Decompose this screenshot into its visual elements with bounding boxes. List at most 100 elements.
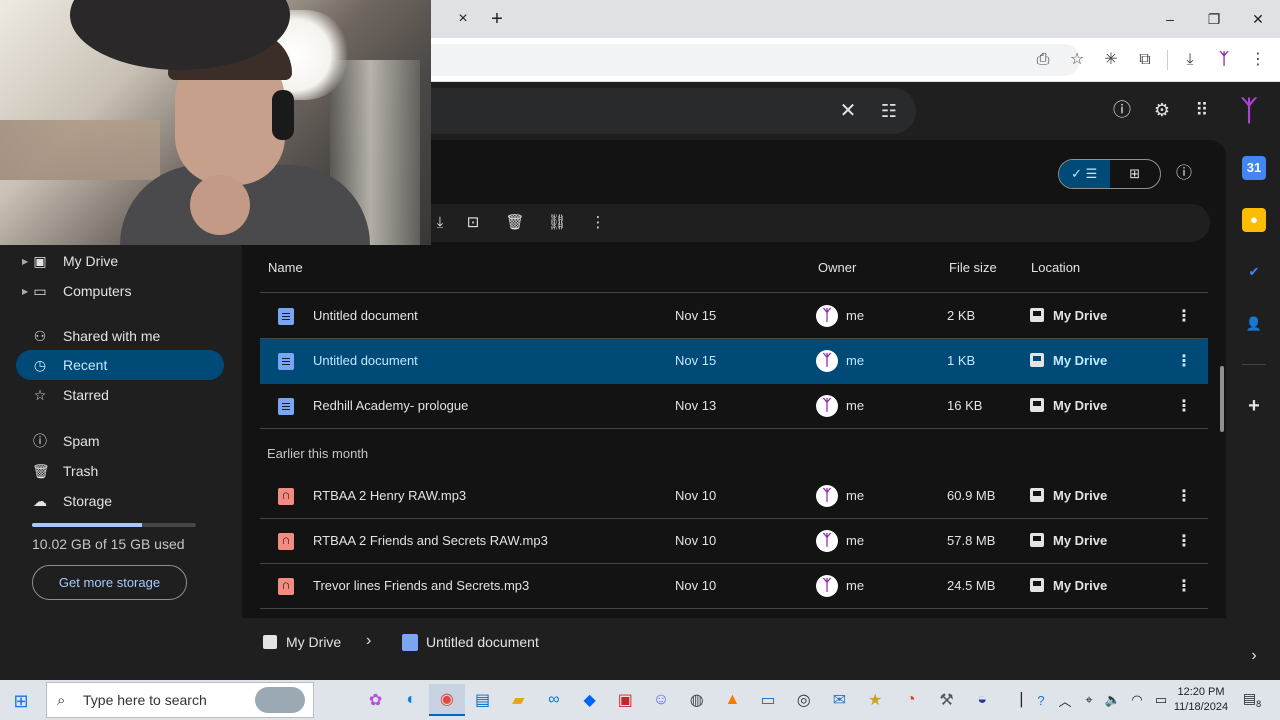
row-more-icon[interactable]: ⋮ xyxy=(1176,306,1192,326)
keep-icon[interactable]: ● xyxy=(1242,208,1266,232)
dropbox-icon[interactable]: ◆ xyxy=(572,684,608,716)
file-location[interactable]: My Drive xyxy=(1053,353,1107,368)
file-location[interactable]: My Drive xyxy=(1053,578,1107,593)
tab-close-icon[interactable]: × xyxy=(453,9,473,29)
audio-app-icon[interactable]: ◍ xyxy=(679,684,715,716)
expand-caret-icon[interactable]: ▶ xyxy=(22,257,28,266)
file-size: 2 KB xyxy=(947,308,976,323)
download-icon[interactable]: ⤓ xyxy=(1178,46,1202,74)
list-view-button[interactable]: ✓ ☰ xyxy=(1059,160,1110,188)
account-avatar-icon[interactable]: ᛉ xyxy=(1234,94,1264,128)
get-more-storage-button[interactable]: Get more storage xyxy=(32,565,187,600)
restore-button[interactable]: ❐ xyxy=(1192,0,1236,38)
contacts-icon[interactable]: 👤 xyxy=(1242,312,1266,336)
profile-ribbon-icon[interactable]: ᛉ xyxy=(1212,46,1236,74)
game-app-icon[interactable]: ◒ xyxy=(964,684,1000,716)
network-icon[interactable]: ⌖ xyxy=(1080,692,1098,708)
nav-shared-with-me[interactable]: ⚇ Shared with me xyxy=(16,321,224,351)
window-app-icon[interactable]: ▭ xyxy=(750,684,786,716)
table-row[interactable]: Untitled document Nov 15 ᛉ me 2 KB My Dr… xyxy=(260,294,1208,339)
details-info-icon[interactable]: ⓘ xyxy=(1172,162,1196,186)
expand-caret-icon[interactable]: ▶ xyxy=(22,287,28,296)
settings-icon[interactable]: ⚙ xyxy=(1150,96,1174,124)
browser-menu-icon[interactable]: ⋮ xyxy=(1246,46,1270,74)
star-app-icon[interactable]: ★ xyxy=(857,684,893,716)
search-clear-icon[interactable]: ✕ xyxy=(836,98,860,124)
apps-grid-icon[interactable]: ⠿ xyxy=(1190,96,1214,124)
row-more-icon[interactable]: ⋮ xyxy=(1176,396,1192,416)
nav-spam[interactable]: ⓘ Spam xyxy=(16,426,224,456)
column-header-file-size[interactable]: File size xyxy=(949,260,997,275)
row-more-icon[interactable]: ⋮ xyxy=(1176,576,1192,596)
nav-my-drive[interactable]: ▶ ▣ My Drive xyxy=(16,246,224,276)
table-row[interactable]: RTBAA 2 Friends and Secrets RAW.mp3 Nov … xyxy=(260,519,1208,564)
nav-label: Recent xyxy=(63,357,108,373)
help-tray-icon[interactable]: ? xyxy=(1032,693,1050,708)
table-row[interactable]: Redhill Academy- prologue Nov 13 ᛉ me 16… xyxy=(260,384,1208,429)
store-icon[interactable]: ▤ xyxy=(465,684,501,716)
row-more-icon[interactable]: ⋮ xyxy=(1176,351,1192,371)
nav-trash[interactable]: 🗑 Trash xyxy=(16,456,224,486)
ccleaner-icon[interactable]: ◔ xyxy=(893,684,929,716)
extensions-icon[interactable]: ⧉ xyxy=(1133,46,1157,74)
file-location[interactable]: My Drive xyxy=(1053,533,1107,548)
file-explorer-icon[interactable]: ▰ xyxy=(500,684,536,716)
more-actions-icon[interactable]: ⋮ xyxy=(586,212,610,234)
vlc-icon[interactable]: ▲ xyxy=(715,684,751,716)
column-header-name[interactable]: Name xyxy=(268,260,303,275)
minimize-button[interactable]: – xyxy=(1148,0,1192,38)
column-header-owner[interactable]: Owner xyxy=(818,260,856,275)
scrollbar-thumb[interactable] xyxy=(1220,366,1224,432)
task-view-icon[interactable]: ⧉ xyxy=(322,684,358,716)
nav-recent[interactable]: ◷ Recent xyxy=(16,350,224,380)
grid-view-button[interactable]: ⊞ xyxy=(1110,160,1161,188)
calendar-icon[interactable]: 31 xyxy=(1242,156,1266,180)
taskbar-clock[interactable]: 12:20 PM 11/18/2024 xyxy=(1166,685,1236,715)
recorder-icon[interactable]: ▣ xyxy=(608,684,644,716)
edge-icon[interactable]: ◐ xyxy=(393,684,429,716)
file-location[interactable]: My Drive xyxy=(1053,308,1107,323)
column-header-location[interactable]: Location xyxy=(1031,260,1080,275)
wifi-icon[interactable]: ◠ xyxy=(1128,692,1146,708)
breadcrumb-current[interactable]: Untitled document xyxy=(426,634,539,650)
obs-icon[interactable]: ◎ xyxy=(786,684,822,716)
chevron-right-icon[interactable]: › xyxy=(1244,646,1264,666)
search-options-icon[interactable]: ☷ xyxy=(876,98,902,124)
row-more-icon[interactable]: ⋮ xyxy=(1176,486,1192,506)
file-location[interactable]: My Drive xyxy=(1053,398,1107,413)
discord-icon[interactable]: ☺ xyxy=(643,684,679,716)
chevron-up-icon[interactable]: ︿ xyxy=(1056,691,1074,710)
trash-icon[interactable]: 🗑 xyxy=(503,212,527,234)
utility-app-icon[interactable]: ⚒ xyxy=(929,684,965,716)
taskbar-search-box[interactable]: ⌕ Type here to search xyxy=(46,682,314,718)
windows-start-icon[interactable]: ⊞ xyxy=(10,690,32,712)
chrome-icon[interactable]: ◉ xyxy=(429,684,465,716)
nav-starred[interactable]: ☆ Starred xyxy=(16,380,224,410)
breadcrumb-root[interactable]: My Drive xyxy=(286,634,341,650)
help-icon[interactable]: ⓘ xyxy=(1110,96,1134,124)
row-more-icon[interactable]: ⋮ xyxy=(1176,531,1192,551)
new-tab-button[interactable]: + xyxy=(486,8,508,30)
notification-icon[interactable]: ▤8 xyxy=(1242,690,1262,710)
tasks-icon[interactable]: ✔ xyxy=(1242,260,1266,284)
download-icon[interactable]: ⤓ xyxy=(428,212,452,234)
extension-pin-icon[interactable]: ✳ xyxy=(1099,46,1123,74)
speaker-icon[interactable]: 🔈 xyxy=(1104,692,1122,708)
copilot-icon[interactable]: ✿ xyxy=(358,684,394,716)
table-row[interactable]: Untitled document Nov 15 ᛉ me 1 KB My Dr… xyxy=(260,339,1208,384)
mail-icon[interactable]: ✉ xyxy=(822,684,858,716)
bookmark-star-icon[interactable]: ☆ xyxy=(1065,46,1089,74)
tray-scroll-icon[interactable]: ▕ xyxy=(1008,692,1026,708)
move-to-folder-icon[interactable]: ⊡ xyxy=(461,212,485,234)
file-location[interactable]: My Drive xyxy=(1053,488,1107,503)
table-row[interactable]: RTBAA 2 Henry RAW.mp3 Nov 10 ᛉ me 60.9 M… xyxy=(260,474,1208,519)
install-icon[interactable]: ⎙ xyxy=(1031,46,1055,74)
nav-computers[interactable]: ▶ ▭ Computers xyxy=(16,276,224,306)
trash-icon: 🗑 xyxy=(32,462,50,479)
copy-link-icon[interactable]: ⛓ xyxy=(545,212,569,234)
infinity-app-icon[interactable]: ∞ xyxy=(536,684,572,716)
nav-storage[interactable]: ☁ Storage xyxy=(16,486,224,516)
add-addon-icon[interactable]: + xyxy=(1242,394,1266,418)
close-window-button[interactable]: ✕ xyxy=(1236,0,1280,38)
table-row[interactable]: Trevor lines Friends and Secrets.mp3 Nov… xyxy=(260,564,1208,609)
